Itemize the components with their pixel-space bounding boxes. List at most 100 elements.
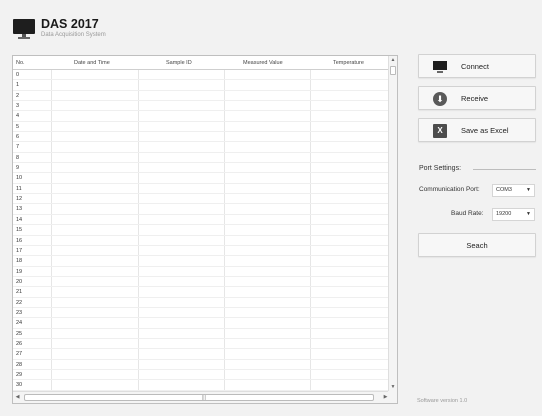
row-number: 20 [16,278,23,285]
row-number: 24 [16,320,23,327]
table-row[interactable]: 1 [13,80,390,91]
row-number: 22 [16,299,23,306]
baud-rate-select[interactable]: 19200 ▼ [492,208,535,221]
communication-port-label: Communication Port: [419,186,480,193]
app-subtitle: Data Acquisition System [41,32,106,38]
table-row[interactable]: 0 [13,70,390,81]
row-number: 5 [16,123,20,130]
baud-rate-value: 19200 [496,211,512,217]
row-number: 27 [16,351,23,358]
table-row[interactable]: 19 [13,267,390,277]
table-row[interactable]: 15 [13,225,390,236]
table-row[interactable]: 10 [13,173,390,184]
horizontal-scroll-thumb[interactable]: ||| [24,394,374,401]
row-number: 9 [16,165,20,172]
table-row[interactable]: 9 [13,163,390,174]
scroll-up-arrow-icon[interactable]: ▲ [389,56,397,65]
table-row[interactable]: 2 [13,91,390,102]
row-number: 16 [16,237,23,244]
table-row[interactable]: 27 [13,349,390,360]
row-number: 2 [16,92,20,99]
table-row[interactable]: 25 [13,329,390,339]
vertical-scroll-thumb[interactable] [390,66,396,75]
save-as-excel-button[interactable]: X Save as Excel [418,118,536,142]
communication-port-value: COM3 [496,187,512,193]
column-header-measured-value[interactable]: Measured Value [243,56,283,70]
table-row[interactable]: 16 [13,236,390,246]
row-number: 19 [16,268,23,275]
chevron-down-icon: ▼ [526,187,531,193]
search-label: Seach [466,241,488,250]
row-number: 12 [16,196,23,203]
table-row[interactable]: 14 [13,215,390,226]
row-number: 7 [16,144,20,151]
row-number: 3 [16,103,20,110]
connect-label: Connect [461,62,489,71]
row-number: 25 [16,330,23,337]
table-row[interactable]: 29 [13,370,390,381]
row-number: 26 [16,340,23,347]
baud-rate-label: Baud Rate: [451,210,484,217]
software-version: Software version 1.0 [417,398,468,404]
row-number: 30 [16,382,23,389]
download-circle-icon: ⬇ [433,92,447,106]
table-row[interactable]: 18 [13,256,390,267]
row-number: 14 [16,216,23,223]
table-row[interactable]: 17 [13,246,390,257]
table-row[interactable]: 11 [13,184,390,195]
column-header-temperature[interactable]: Temperature [333,56,364,70]
column-header-date-time[interactable]: Date and Time [74,56,110,70]
row-number: 8 [16,154,20,161]
table-row[interactable]: 5 [13,122,390,133]
row-number: 1 [16,82,20,89]
communication-port-select[interactable]: COM3 ▼ [492,184,535,197]
row-number: 4 [16,113,20,120]
save-as-excel-label: Save as Excel [461,126,509,135]
row-number: 0 [16,72,20,78]
table-row[interactable]: 21 [13,287,390,298]
table-row[interactable]: 3 [13,101,390,112]
table-row[interactable]: 28 [13,360,390,370]
column-header-no[interactable]: No. [16,56,25,70]
monitor-icon [433,60,447,74]
search-button[interactable]: Seach [418,233,536,257]
table-row[interactable]: 8 [13,153,390,164]
port-settings-label: Port Settings: [419,165,462,172]
row-number: 11 [16,185,22,192]
monitor-icon [13,19,35,40]
row-number: 21 [16,289,23,296]
column-header-sample-id[interactable]: Sample ID [166,56,192,70]
row-number: 28 [16,361,23,368]
vertical-scrollbar[interactable]: ▲ ▼ [388,56,397,392]
table-row[interactable]: 24 [13,318,390,329]
table-row[interactable]: 4 [13,111,390,122]
row-number: 13 [16,206,23,213]
table-row[interactable]: 22 [13,298,390,308]
grid-rows: 0 1 2 3 4 5 6 7 8 9 10 11 12 13 14 15 16 17 18 19 20 21 22 23 24… [13,70,390,392]
scrollbar-corner [388,391,397,403]
row-number: 18 [16,258,23,265]
data-grid[interactable]: No. Date and Time Sample ID Measured Val… [12,55,398,404]
chevron-down-icon: ▼ [526,211,531,217]
table-row[interactable]: 6 [13,132,390,143]
table-row[interactable]: 20 [13,277,390,288]
scroll-grip-icon: ||| [202,395,206,401]
row-number: 10 [16,175,23,182]
receive-button[interactable]: ⬇ Receive [418,86,536,110]
scroll-left-arrow-icon[interactable]: ◀ [13,392,22,403]
table-row[interactable]: 23 [13,308,390,319]
grid-header: No. Date and Time Sample ID Measured Val… [13,56,390,70]
row-number: 17 [16,247,23,254]
receive-label: Receive [461,94,489,103]
horizontal-scrollbar[interactable]: ◀ ||| ▶ [13,391,390,403]
table-row[interactable]: 13 [13,204,390,215]
connect-button[interactable]: Connect [418,54,536,78]
table-row[interactable]: 12 [13,194,390,205]
excel-icon: X [433,124,447,138]
app-title: DAS 2017 [41,17,99,31]
row-number: 15 [16,227,23,234]
table-row[interactable]: 26 [13,339,390,350]
table-row[interactable]: 30 [13,380,390,391]
row-number: 6 [16,134,20,141]
table-row[interactable]: 7 [13,142,390,153]
